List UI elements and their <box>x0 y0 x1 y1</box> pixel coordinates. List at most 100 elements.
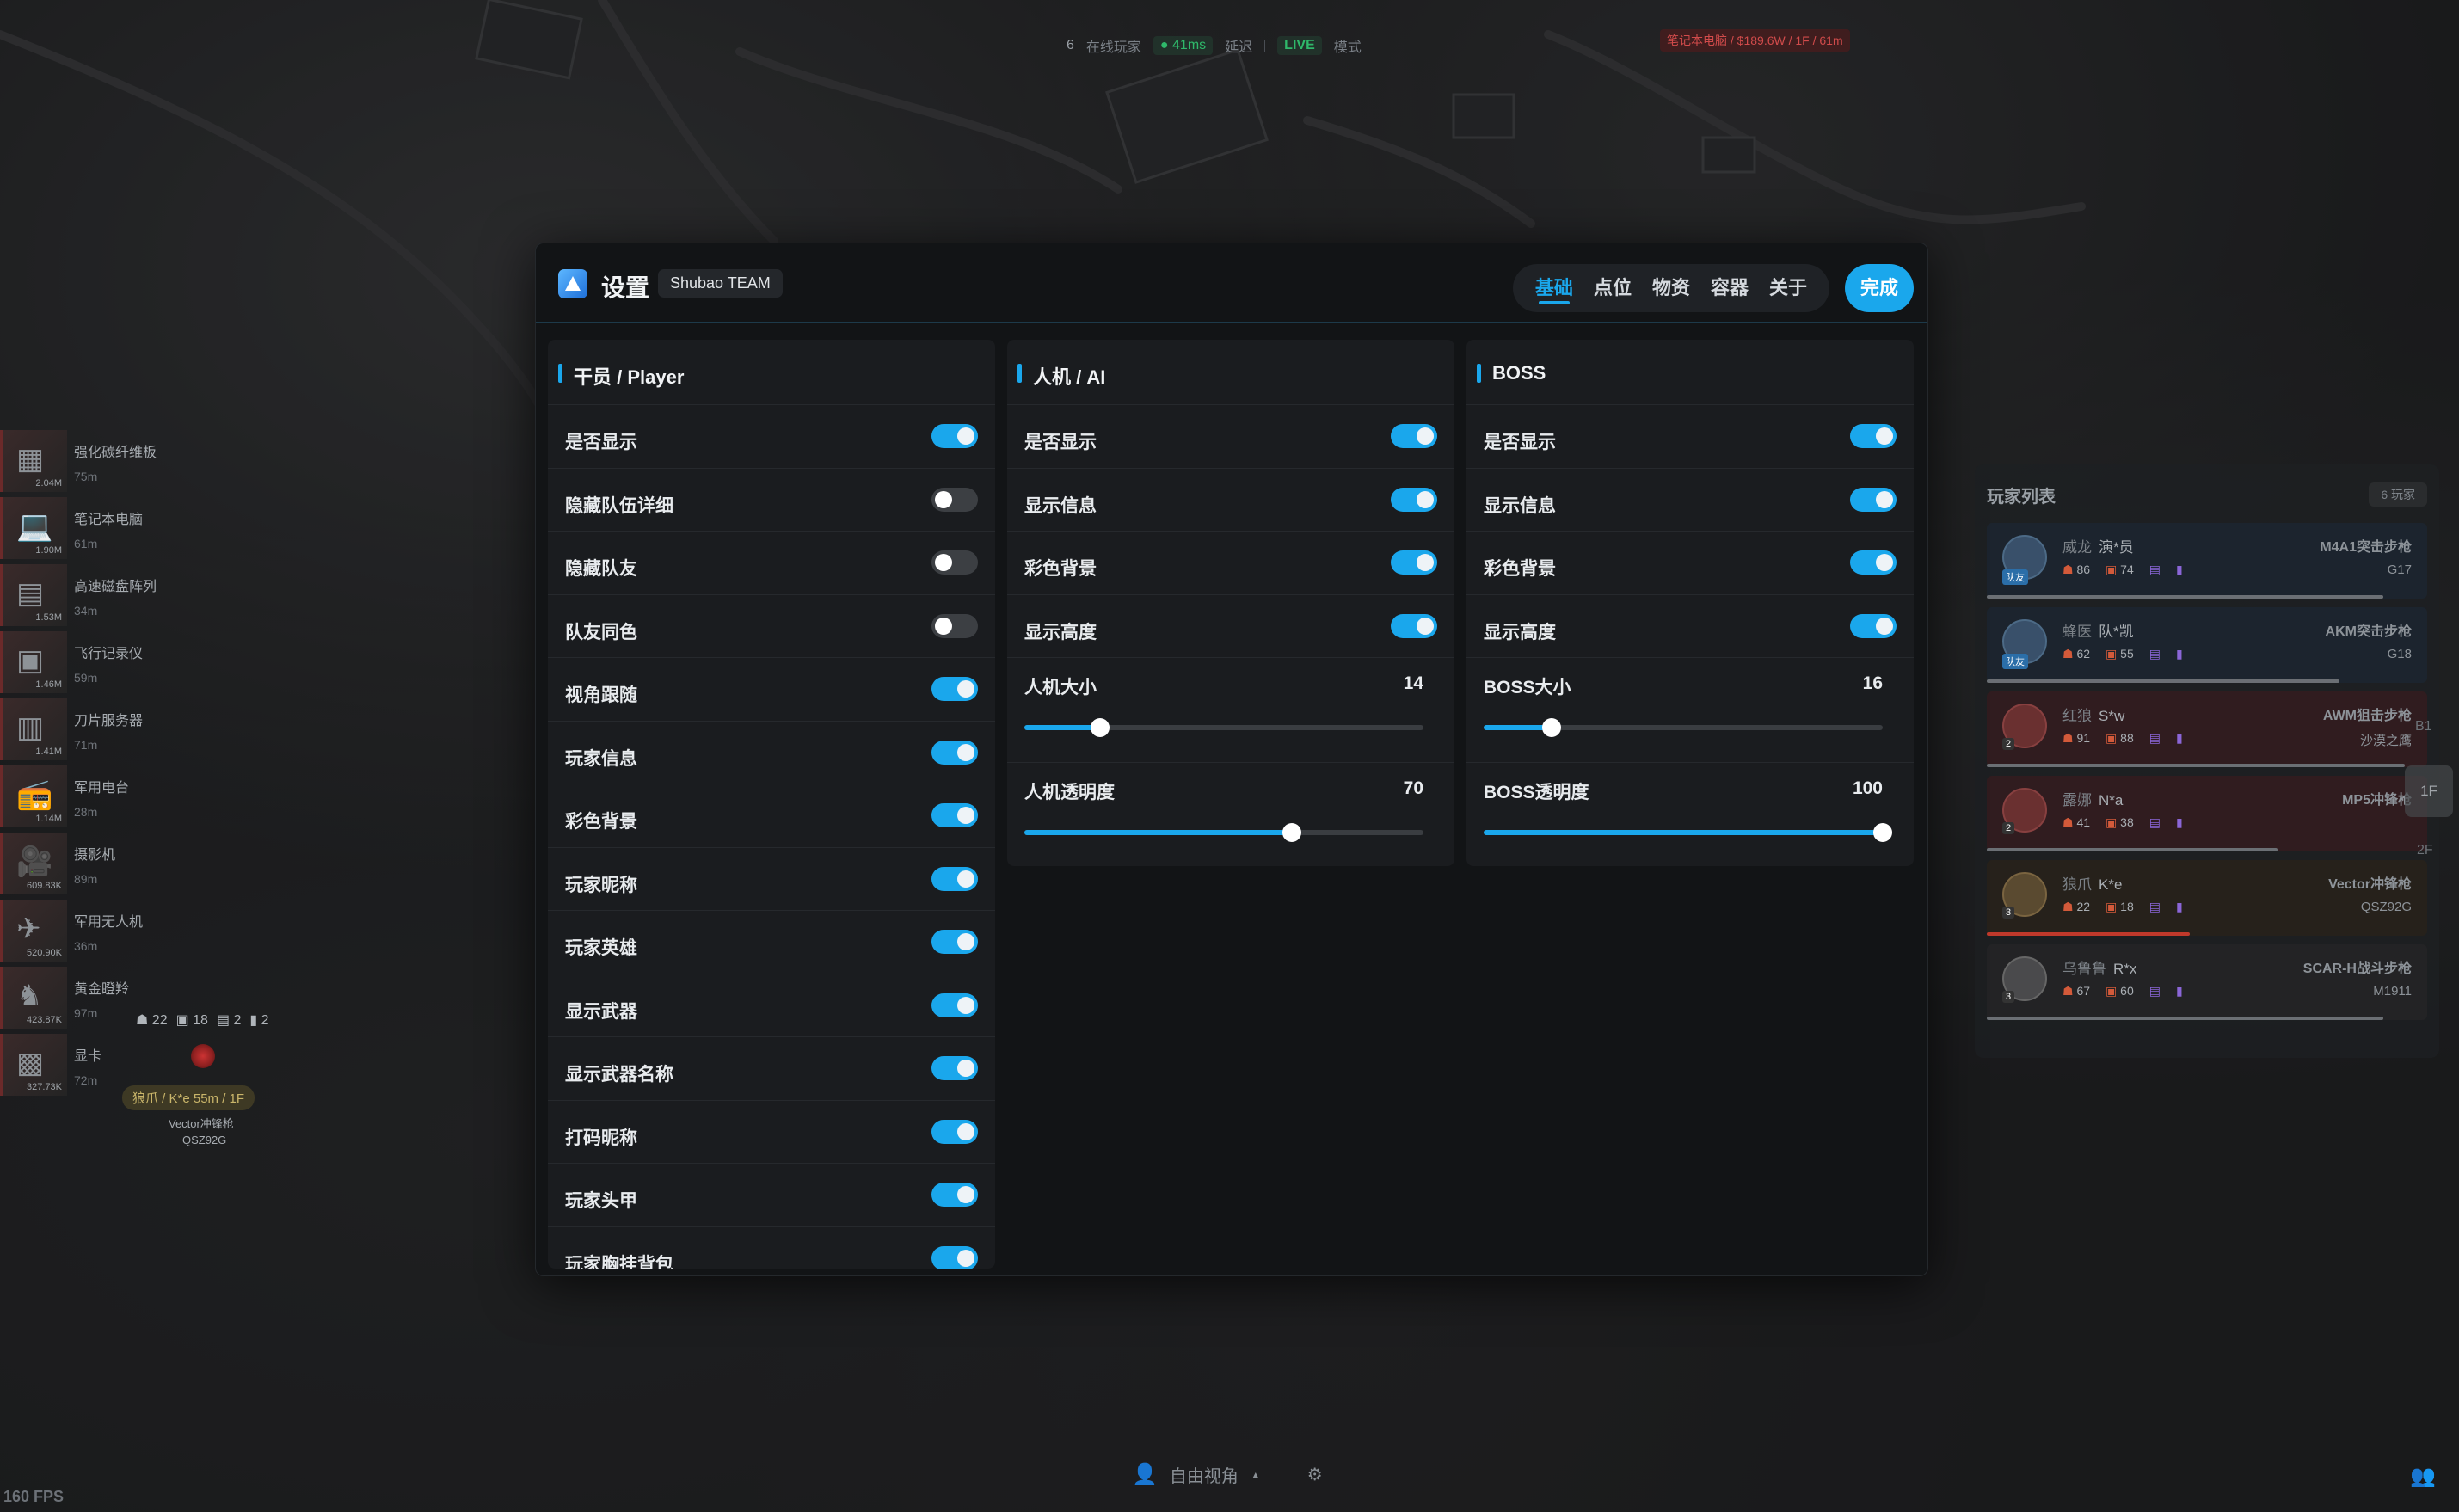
player-marker-tag[interactable]: 狼爪 / K*e 55m / 1F <box>122 1085 255 1110</box>
tab-1[interactable]: 点位 <box>1583 264 1642 312</box>
loot-value: 423.87K <box>27 1015 62 1025</box>
slider-row: 人机大小 14 <box>1007 658 1454 763</box>
player-name: 蜂医 队*凯 <box>2062 619 2134 641</box>
server-icon: ▥ <box>16 711 45 744</box>
slider-track[interactable] <box>1484 718 1883 737</box>
slider-handle[interactable] <box>1873 823 1892 842</box>
slider-handle[interactable] <box>1541 718 1561 737</box>
tab-0[interactable]: 基础 <box>1525 264 1583 312</box>
toggle-switch[interactable] <box>1850 424 1897 448</box>
player-nick: 演*员 <box>2099 539 2134 556</box>
loot-value: 2.04M <box>35 478 62 489</box>
marker-bag: ▮ 2 <box>249 1013 269 1028</box>
setting-row: 显示高度 <box>1466 595 1914 658</box>
player-weapon: AWM狙击步枪 <box>2322 709 2412 723</box>
toggle-switch[interactable] <box>931 487 978 512</box>
floor-2f-label[interactable]: 2F <box>2417 843 2433 858</box>
loot-name: 强化碳纤维板 <box>74 446 157 460</box>
settings-gear-icon[interactable]: ⚙ <box>1307 1464 1323 1485</box>
player-list-panel: 玩家列表 6 玩家 队友 威龙 演*员 ☗ 86 ▣ 74 ▤ ▮ M4A1突击步枪 G17 队友… <box>1975 464 2439 1058</box>
toggle-switch[interactable] <box>931 613 978 638</box>
setting-row: 隐藏队伍详细 <box>548 469 995 532</box>
top-status-bar: 6 在线玩家 ● 41ms 延迟 LIVE 模式 <box>1067 33 1362 58</box>
loot-item[interactable]: 💻 1.90M 笔记本电脑 61m <box>0 497 172 564</box>
floor-1f-button[interactable]: 1F <box>2405 765 2453 817</box>
toggle-switch[interactable] <box>931 677 978 701</box>
slider-label: BOSS透明度 <box>1484 783 1589 802</box>
toggle-switch[interactable] <box>931 803 978 827</box>
tab-2[interactable]: 物资 <box>1642 264 1700 312</box>
slider-handle[interactable] <box>1282 823 1301 842</box>
player-row[interactable]: 3 乌鲁鲁 R*x ☗ 67 ▣ 60 ▤ ▮ SCAR-H战斗步枪 M1911 <box>1987 944 2427 1020</box>
player-name: 狼爪 K*e <box>2062 872 2122 894</box>
helmet-icon: ▤ <box>2149 731 2161 745</box>
marker-weapon: Vector冲锋枪 <box>169 1117 234 1130</box>
slider-track[interactable] <box>1484 823 1892 842</box>
loot-thumb: ✈ 520.90K <box>0 900 67 962</box>
chevron-up-icon[interactable]: ▲ <box>1251 1469 1261 1481</box>
loot-item[interactable]: 📻 1.14M 军用电台 28m <box>0 765 172 833</box>
player-hp: ☗ 41 <box>2062 815 2091 829</box>
loot-name: 高速磁盘阵列 <box>74 580 157 594</box>
setting-label: 玩家英雄 <box>565 938 637 958</box>
loot-name: 显卡 <box>74 1049 102 1064</box>
toggle-switch[interactable] <box>1850 613 1897 638</box>
toggle-switch[interactable] <box>931 1056 978 1080</box>
settings-tabs: 基础 点位 物资 容器 关于 <box>1512 264 1829 312</box>
player-nick: K*e <box>2099 876 2123 893</box>
loot-distance: 75m <box>74 470 98 483</box>
gazelle-icon: ♞ <box>16 980 43 1012</box>
tab-4[interactable]: 关于 <box>1759 264 1817 312</box>
player-marker-icon[interactable] <box>191 1044 215 1068</box>
toggle-switch[interactable] <box>931 1183 978 1207</box>
loot-item[interactable]: 🎥 609.83K 摄影机 89m <box>0 833 172 900</box>
player-row[interactable]: 队友 威龙 演*员 ☗ 86 ▣ 74 ▤ ▮ M4A1突击步枪 G17 <box>1987 523 2427 599</box>
done-button[interactable]: 完成 <box>1845 264 1914 312</box>
loot-item[interactable]: ▦ 2.04M 强化碳纤维板 75m <box>0 430 172 497</box>
toggle-switch[interactable] <box>1391 613 1437 638</box>
slider-track[interactable] <box>1024 718 1423 737</box>
loot-item[interactable]: ▤ 1.53M 高速磁盘阵列 34m <box>0 564 172 631</box>
toggle-switch[interactable] <box>931 740 978 765</box>
slider-label: 人机大小 <box>1024 678 1097 698</box>
player-nick: R*x <box>2113 961 2137 977</box>
setting-row: 彩色背景 <box>1007 532 1454 595</box>
slider-fill <box>1024 830 1292 835</box>
loot-item[interactable]: ▥ 1.41M 刀片服务器 71m <box>0 698 172 765</box>
toggle-switch[interactable] <box>931 993 978 1017</box>
toggle-switch[interactable] <box>931 424 978 448</box>
loot-value: 1.14M <box>35 814 62 824</box>
player-stats: ☗ 86 ▣ 74 ▤ ▮ <box>2062 562 2183 577</box>
player-hero: 蜂医 <box>2062 624 2092 640</box>
slider-handle[interactable] <box>1091 718 1110 737</box>
player-row[interactable]: 队友 蜂医 队*凯 ☗ 62 ▣ 55 ▤ ▮ AKM突击步枪 G18 <box>1987 607 2427 683</box>
slider-track[interactable] <box>1024 823 1423 842</box>
loot-item[interactable]: ✈ 520.90K 军用无人机 36m <box>0 900 172 967</box>
radio-icon: 📻 <box>16 778 53 811</box>
toggle-switch[interactable] <box>931 1245 978 1269</box>
toggle-switch[interactable] <box>1391 550 1437 575</box>
users-icon[interactable]: 👥 <box>2410 1464 2436 1489</box>
free-camera-control[interactable]: 👤 自由视角 ▲ ⚙ <box>1132 1462 1323 1487</box>
divider <box>1264 40 1266 52</box>
player-armor: ▣ 38 <box>2106 815 2134 829</box>
toggle-switch[interactable] <box>931 866 978 891</box>
toggle-switch[interactable] <box>1391 487 1437 512</box>
player-row[interactable]: 2 红狼 S*w ☗ 91 ▣ 88 ▤ ▮ AWM狙击步枪 沙漠之鹰 <box>1987 691 2427 767</box>
player-row[interactable]: 3 狼爪 K*e ☗ 22 ▣ 18 ▤ ▮ Vector冲锋枪 QSZ92G <box>1987 860 2427 936</box>
loot-item[interactable]: ▣ 1.46M 飞行记录仪 59m <box>0 631 172 698</box>
setting-label: 显示武器名称 <box>565 1065 673 1085</box>
player-stats: ☗ 41 ▣ 38 ▤ ▮ <box>2062 815 2183 830</box>
loot-name: 笔记本电脑 <box>74 513 144 527</box>
floor-b1-label[interactable]: B1 <box>2415 719 2432 734</box>
tab-3[interactable]: 容器 <box>1700 264 1759 312</box>
toggle-switch[interactable] <box>931 930 978 954</box>
player-row[interactable]: 2 露娜 N*a ☗ 41 ▣ 38 ▤ ▮ MP5冲锋枪 <box>1987 776 2427 851</box>
toggle-switch[interactable] <box>1391 424 1437 448</box>
toggle-switch[interactable] <box>931 550 978 575</box>
toggle-switch[interactable] <box>1850 487 1897 512</box>
toggle-switch[interactable] <box>1850 550 1897 575</box>
map-loot-label[interactable]: 笔记本电脑 / $189.6W / 1F / 61m <box>1660 29 1850 52</box>
fps-counter: 160 FPS <box>3 1488 65 1505</box>
toggle-switch[interactable] <box>931 1119 978 1144</box>
